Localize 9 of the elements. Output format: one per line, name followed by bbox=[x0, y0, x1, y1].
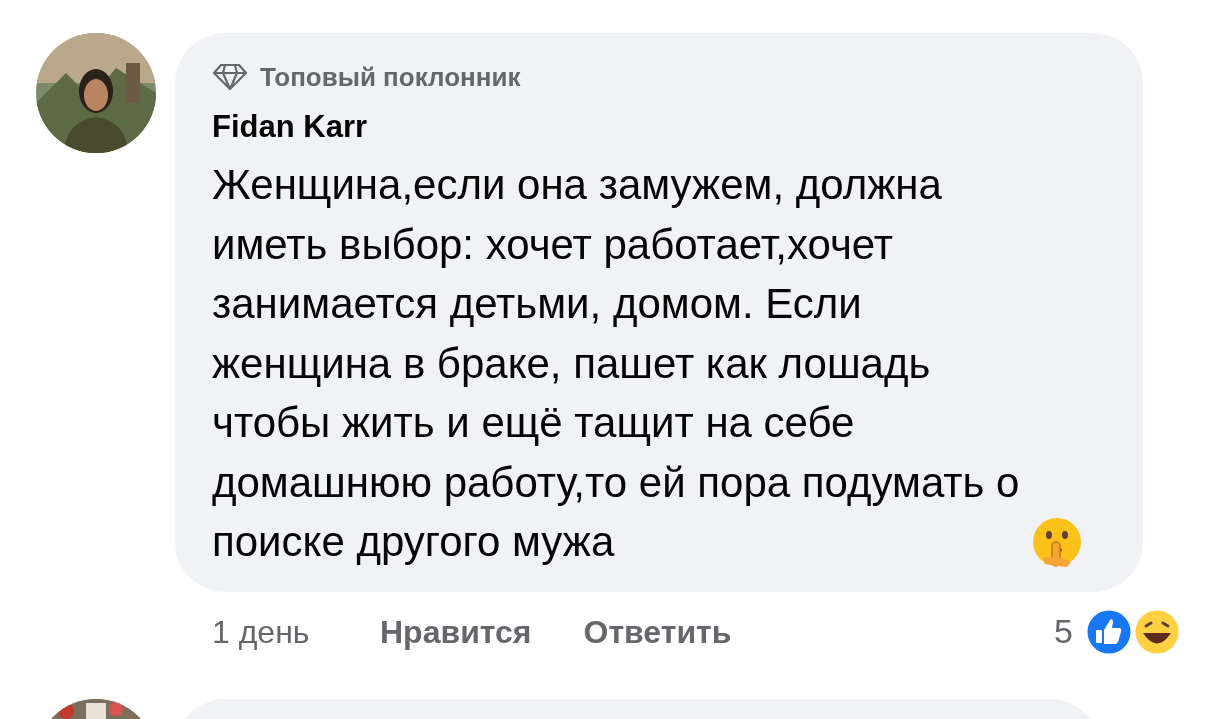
shushing-face-icon bbox=[1031, 515, 1083, 568]
action-link[interactable]: Ответить bbox=[583, 607, 732, 656]
reaction-count[interactable]: 5 bbox=[1054, 606, 1073, 657]
timestamp[interactable]: 1 день bbox=[212, 607, 380, 656]
badge-label: Топовый поклонник bbox=[260, 61, 521, 94]
action-link[interactable]: Нравится bbox=[380, 607, 532, 656]
author-name[interactable]: Fidan Karr bbox=[212, 105, 1106, 149]
diamond-icon bbox=[212, 63, 248, 91]
comment-text: Женщина,если она замужем, должна иметь выбор: хочет работает,хочет занимается детьми, домом. Если женщина в браке, пашет как лошадь чтобы жить и ещё тащит на себе домашнюю работу,то ей пора подумать о поиске другого мужа bbox=[212, 160, 1021, 567]
